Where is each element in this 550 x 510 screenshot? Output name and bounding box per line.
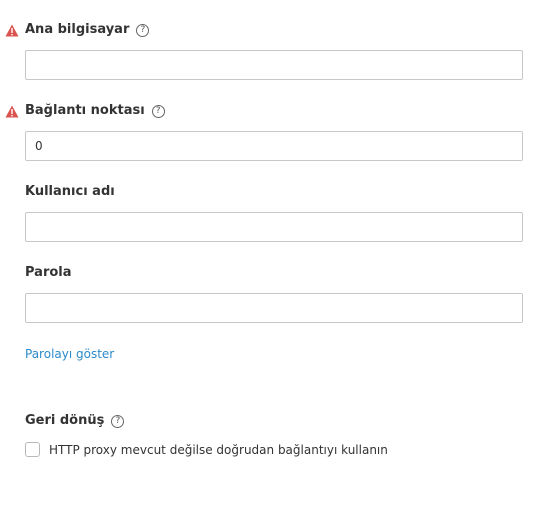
username-input[interactable] bbox=[25, 212, 523, 242]
help-icon[interactable]: ? bbox=[111, 414, 125, 428]
password-label: Parola bbox=[25, 265, 72, 280]
port-label-row: Bağlantı noktası ? bbox=[25, 103, 165, 119]
host-label: Ana bilgisayar bbox=[25, 22, 130, 37]
port-input[interactable] bbox=[25, 131, 523, 161]
help-icon[interactable]: ? bbox=[136, 23, 150, 37]
username-label-row: Kullanıcı adı bbox=[25, 184, 115, 200]
host-input[interactable] bbox=[25, 50, 523, 80]
host-label-row: Ana bilgisayar ? bbox=[25, 22, 150, 38]
direct-connection-checkbox-label[interactable]: HTTP proxy mevcut değilse doğrudan bağla… bbox=[49, 443, 388, 457]
port-warning-icon bbox=[5, 105, 19, 118]
username-label: Kullanıcı adı bbox=[25, 184, 115, 199]
help-icon[interactable]: ? bbox=[151, 104, 165, 118]
fallback-label: Geri dönüş bbox=[25, 413, 105, 428]
password-label-row: Parola bbox=[25, 265, 72, 281]
port-label: Bağlantı noktası bbox=[25, 103, 145, 118]
fallback-label-row: Geri dönüş ? bbox=[25, 413, 125, 429]
host-warning-icon bbox=[5, 24, 19, 37]
show-password-link[interactable]: Parolayı göster bbox=[25, 347, 114, 361]
password-input[interactable] bbox=[25, 293, 523, 323]
direct-connection-checkbox[interactable] bbox=[25, 442, 40, 457]
